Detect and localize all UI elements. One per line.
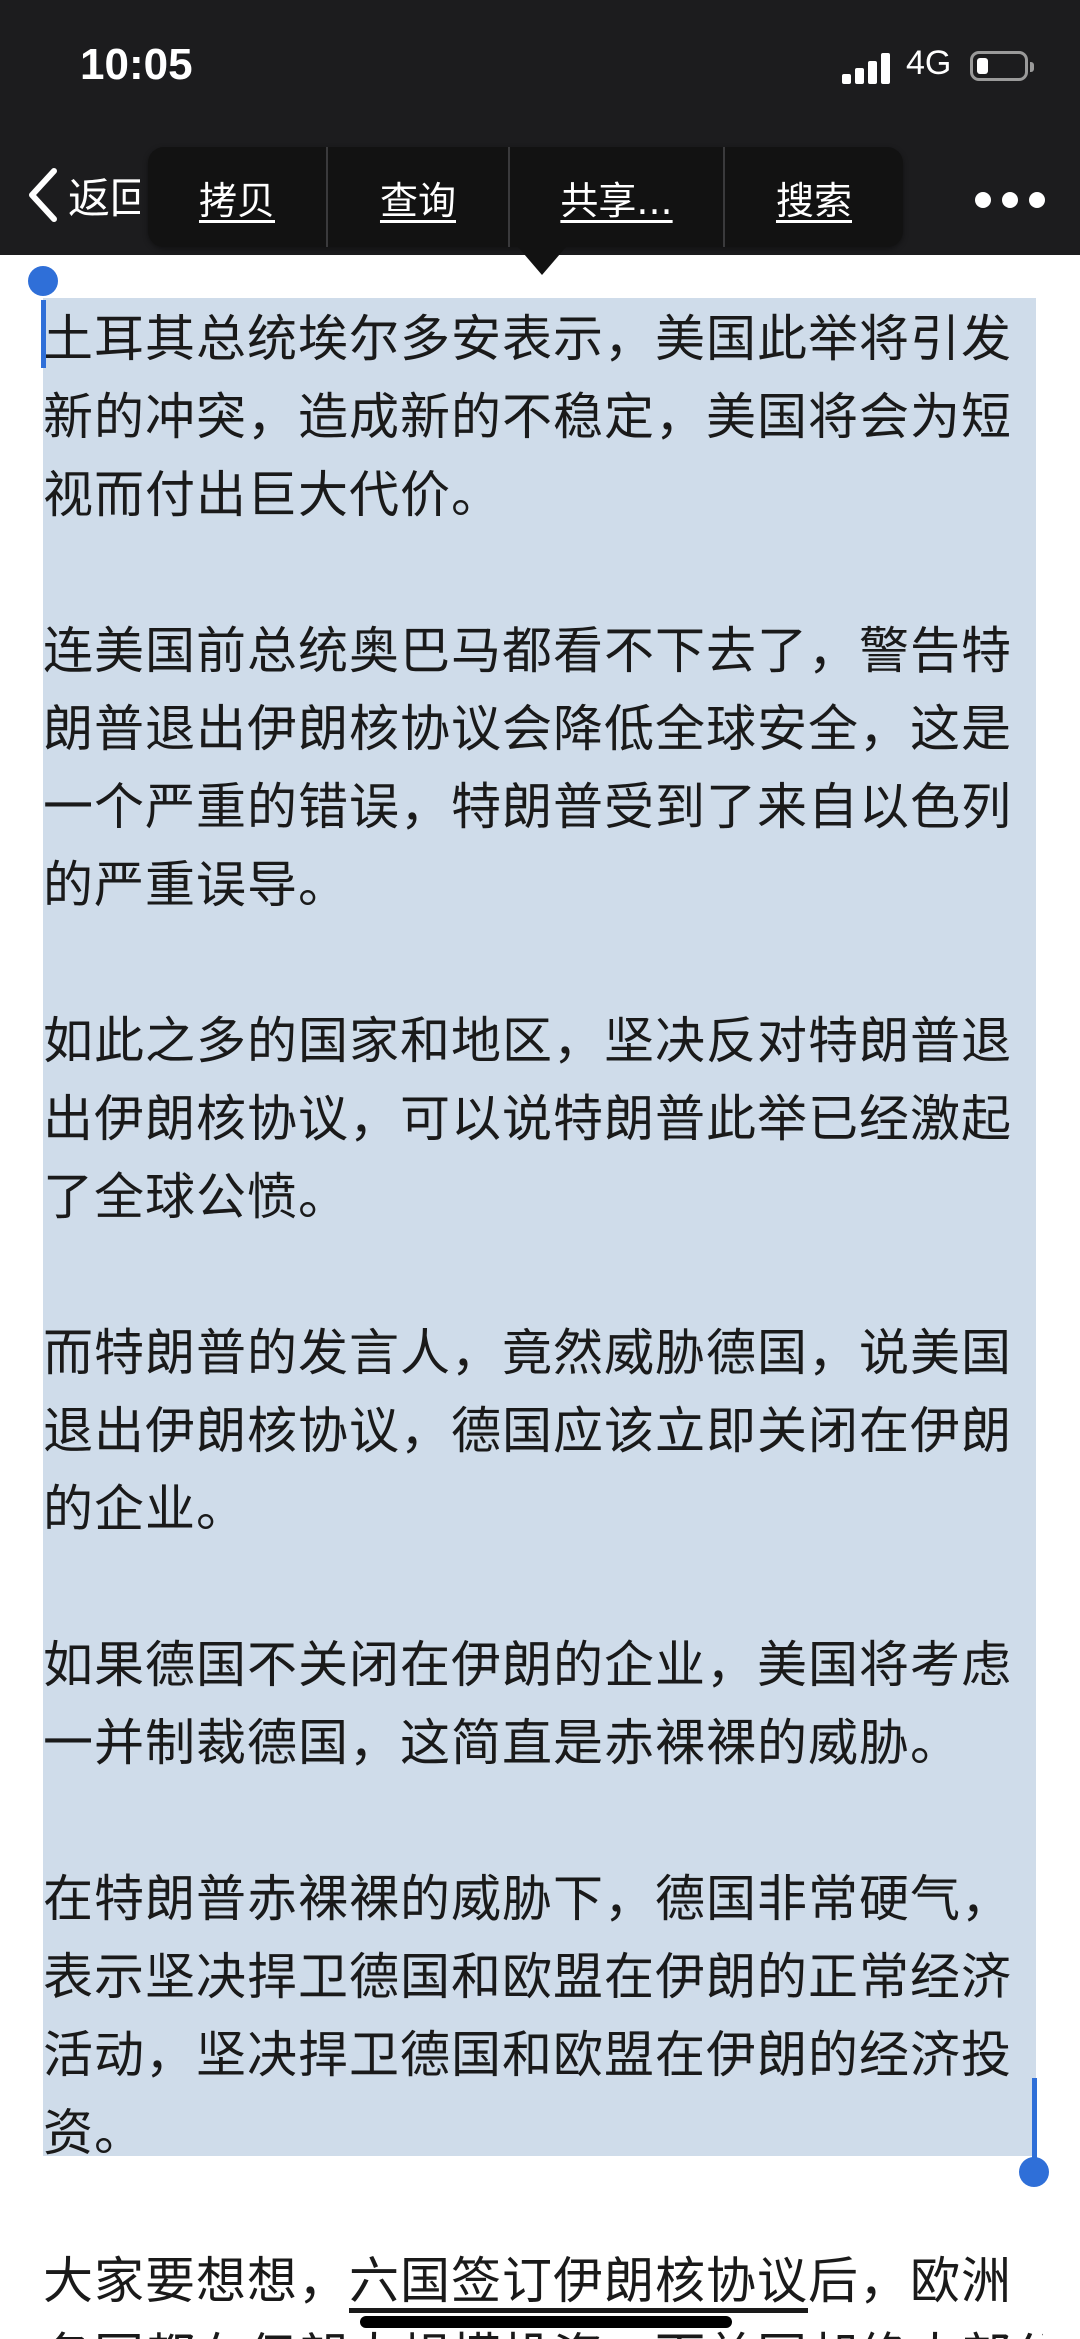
menu-pointer	[518, 247, 566, 275]
battery-icon	[970, 51, 1034, 81]
paragraph: 而特朗普的发言人，竟然威胁德国，说美国退出伊朗核协议，德国应该立即关闭在伊朗的企…	[43, 1324, 1012, 1538]
selection-start-cursor	[41, 300, 46, 368]
paragraph: 连美国前总统奥巴马都看不下去了，警告特朗普退出伊朗核协议会降低全球安全，这是一个…	[43, 622, 1012, 914]
chevron-left-icon	[29, 168, 57, 222]
battery-level	[977, 58, 988, 74]
paragraph: 在特朗普赤裸裸的威胁下，德国非常硬气，表示坚决捍卫德国和欧盟在伊朗的正常经济活动…	[43, 1870, 1012, 2162]
paragraph: 土耳其总统埃尔多安表示，美国此举将引发新的冲突，造成新的不稳定，美国将会为短视而…	[43, 310, 1012, 524]
ellipsis-icon	[975, 192, 991, 208]
text-prefix: 大家要想想，	[43, 2252, 349, 2310]
menu-search[interactable]: 搜索	[725, 147, 903, 247]
status-time: 10:05	[80, 40, 193, 89]
selection-start-handle[interactable]	[28, 266, 58, 296]
paragraph: 如果德国不关闭在伊朗的企业，美国将考虑一并制裁德国，这简直是赤裸裸的威胁。	[43, 1636, 1012, 1772]
ellipsis-icon	[1029, 192, 1045, 208]
back-button[interactable]: 返回	[24, 160, 140, 230]
signal-icon	[842, 50, 898, 84]
back-label: 返回	[68, 173, 140, 223]
menu-share[interactable]: 共享...	[510, 147, 725, 247]
network-type: 4G	[906, 44, 952, 82]
paragraph: 如此之多的国家和地区，坚决反对特朗普退出伊朗核协议，可以说特朗普此举已经激起了全…	[43, 1012, 1012, 1226]
status-bar: 10:05 4G	[0, 0, 1080, 140]
inline-link[interactable]: 六国签订伊朗核协议	[349, 2252, 808, 2310]
menu-copy[interactable]: 拷贝	[148, 147, 328, 247]
selection-context-menu: 拷贝 查询 共享... 搜索	[148, 147, 903, 247]
article-body: 土耳其总统埃尔多安表示，美国此举将引发新的冲突，造成新的不稳定，美国将会为短视而…	[43, 300, 1043, 2250]
selection-end-cursor	[1032, 2078, 1037, 2158]
ellipsis-icon	[1002, 192, 1018, 208]
text-suffix: 后，欧洲	[808, 2252, 1012, 2310]
more-button[interactable]	[975, 185, 1045, 215]
menu-lookup[interactable]: 查询	[328, 147, 510, 247]
home-indicator[interactable]	[360, 2316, 732, 2328]
next-paragraph: 大家要想想，六国签订伊朗核协议后，欧洲	[43, 2242, 1043, 2320]
selection-end-handle[interactable]	[1019, 2157, 1049, 2187]
